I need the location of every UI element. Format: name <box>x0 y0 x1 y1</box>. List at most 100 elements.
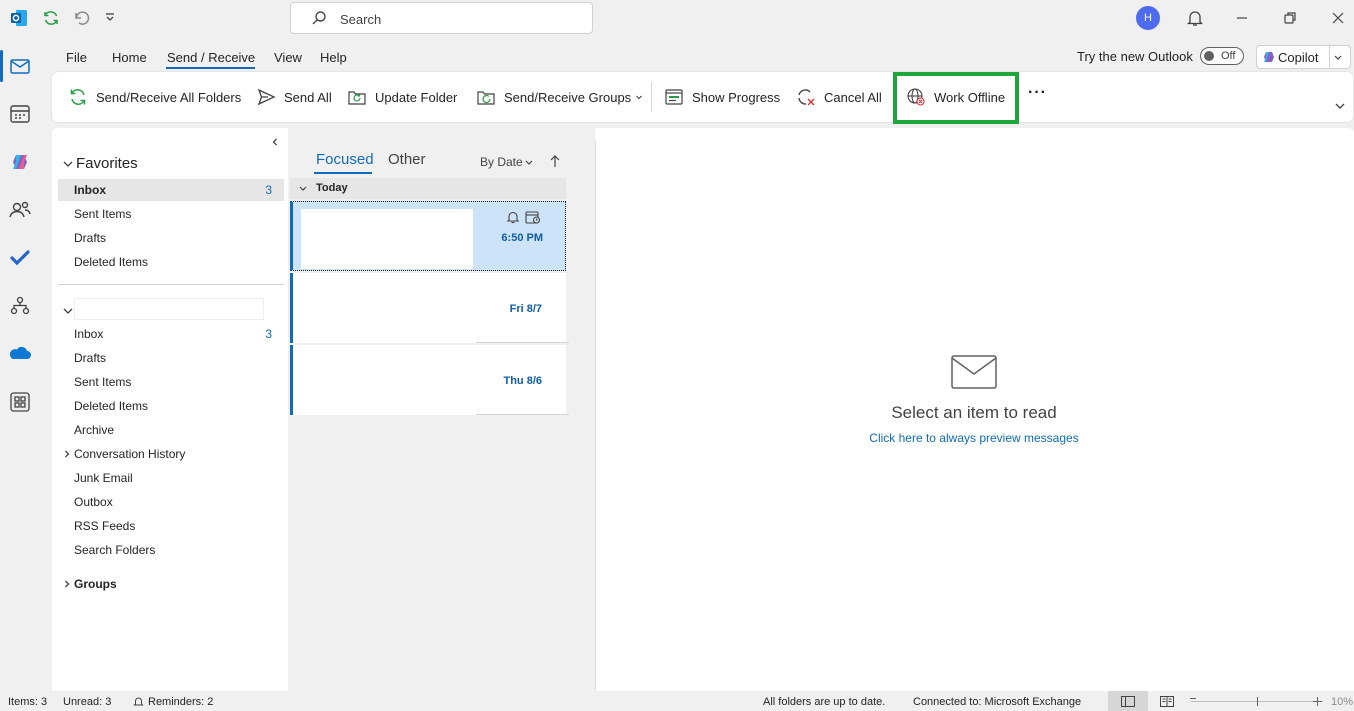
sort-by-dropdown[interactable]: By Date <box>480 155 523 169</box>
app-rail <box>0 40 52 690</box>
mailbox-item-outbox[interactable]: Outbox <box>58 491 284 513</box>
cancel-all-label: Cancel All <box>824 89 882 105</box>
mailbox-item-conversation-history[interactable]: Conversation History <box>58 443 284 465</box>
show-progress-icon <box>664 87 684 107</box>
list-item[interactable]: Thu 8/6 <box>290 345 569 415</box>
tab-other[interactable]: Other <box>388 151 426 168</box>
send-receive-groups-button[interactable]: Send/Receive Groups <box>476 85 643 109</box>
copilot-chevron-down-icon[interactable] <box>1333 52 1343 62</box>
copilot-button[interactable]: Copilot <box>1256 45 1351 69</box>
group-header-today[interactable]: Today <box>290 178 566 199</box>
favorites-chevron-icon[interactable] <box>62 158 74 170</box>
more-options-button[interactable]: ··· <box>1028 84 1047 102</box>
ribbon-expand-chevron-icon[interactable] <box>1334 100 1346 112</box>
send-receive-all-folders-button[interactable]: Send/Receive All Folders <box>68 85 241 109</box>
copilot-label: Copilot <box>1278 50 1319 65</box>
unread-count: 3 <box>265 327 272 341</box>
customize-toolbar-icon[interactable] <box>104 12 116 24</box>
mailbox-chevron-icon[interactable] <box>62 305 74 317</box>
group-chevron-icon <box>298 183 308 193</box>
reminders-status[interactable]: Reminders: 2 <box>148 696 213 708</box>
mailbox-item-drafts[interactable]: Drafts <box>58 347 284 369</box>
list-item[interactable]: Fri 8/7 <box>290 273 569 343</box>
todo-icon[interactable] <box>6 244 34 272</box>
more-apps-icon[interactable] <box>6 388 34 416</box>
reading-view-icon[interactable] <box>1160 696 1174 707</box>
close-icon[interactable] <box>1330 10 1346 26</box>
mailbox-item-junk[interactable]: Junk Email <box>58 467 284 489</box>
mailbox-item-archive[interactable]: Archive <box>58 419 284 441</box>
copilot-split-divider <box>1329 46 1330 68</box>
mailbox-item-search-folders[interactable]: Search Folders <box>58 539 284 561</box>
search-input[interactable]: Search <box>290 2 593 34</box>
folder-label: Drafts <box>74 351 107 365</box>
mailbox-item-sent[interactable]: Sent Items <box>58 371 284 393</box>
mailbox-account-name[interactable] <box>74 298 264 320</box>
folder-label: Inbox <box>74 327 104 341</box>
items-count: Items: 3 <box>8 696 48 708</box>
favorites-item-inbox[interactable]: Inbox 3 <box>58 179 284 201</box>
favorites-header[interactable]: Favorites <box>76 155 138 172</box>
bell-icon[interactable] <box>1186 9 1204 27</box>
outlook-logo-icon <box>10 9 28 27</box>
mailbox-item-inbox[interactable]: Inbox 3 <box>58 323 284 345</box>
status-bar: Items: 3 Unread: 3 Reminders: 2 All fold… <box>0 691 1354 711</box>
try-new-outlook-label: Try the new Outlook <box>1077 49 1193 64</box>
update-folder-button[interactable]: Update Folder <box>347 85 457 109</box>
tab-view[interactable]: View <box>274 50 302 65</box>
send-receive-groups-icon <box>476 87 496 107</box>
people-icon[interactable] <box>6 196 34 224</box>
chevron-down-icon <box>635 93 643 101</box>
org-explorer-icon[interactable] <box>6 292 34 320</box>
group-label: Today <box>316 182 348 194</box>
message-time: Fri 8/7 <box>509 303 542 315</box>
groups-item[interactable]: Groups <box>58 573 284 595</box>
normal-view-button[interactable] <box>1108 691 1148 711</box>
restore-icon[interactable] <box>1282 10 1298 26</box>
expand-chevron-icon[interactable] <box>62 449 72 459</box>
folder-label: RSS Feeds <box>74 519 136 533</box>
list-item[interactable]: 6:50 PM <box>290 201 566 271</box>
folder-label: Inbox <box>74 183 106 197</box>
sync-icon[interactable] <box>42 9 60 27</box>
onedrive-icon[interactable] <box>6 340 34 368</box>
copilot-app-icon[interactable] <box>6 148 34 176</box>
zoom-in-icon[interactable] <box>1313 697 1322 706</box>
favorites-item-sent[interactable]: Sent Items <box>58 203 284 225</box>
message-preview <box>301 209 473 269</box>
minimize-icon[interactable] <box>1234 10 1250 26</box>
tab-file[interactable]: File <box>66 50 87 65</box>
zoom-slider[interactable] <box>1190 697 1323 706</box>
folder-label: Junk Email <box>74 471 133 485</box>
connection-status: Connected to: Microsoft Exchange <box>913 696 1082 708</box>
mailbox-item-rss[interactable]: RSS Feeds <box>58 515 284 537</box>
mailbox-item-deleted[interactable]: Deleted Items <box>58 395 284 417</box>
zoom-out-icon[interactable] <box>1190 698 1196 699</box>
mail-icon[interactable] <box>6 52 34 80</box>
normal-view-icon <box>1121 696 1135 707</box>
message-preview <box>301 351 473 413</box>
cancel-all-button[interactable]: Cancel All <box>796 85 882 109</box>
tab-home[interactable]: Home <box>112 50 147 65</box>
avatar[interactable]: H <box>1136 6 1160 30</box>
groups-chevron-icon[interactable] <box>62 579 72 589</box>
undo-icon[interactable] <box>72 9 90 27</box>
favorites-item-drafts[interactable]: Drafts <box>58 227 284 249</box>
ribbon: Send/Receive All Folders Send All Update… <box>52 72 1353 122</box>
sort-chevron-down-icon[interactable] <box>524 157 534 167</box>
send-all-button[interactable]: Send All <box>256 85 332 109</box>
tab-help[interactable]: Help <box>320 50 347 65</box>
send-receive-groups-label: Send/Receive Groups <box>504 89 632 105</box>
collapse-folder-pane-icon[interactable] <box>270 137 280 147</box>
title-bar: Search H <box>0 0 1354 40</box>
reading-pane-title: Select an item to read <box>891 403 1057 422</box>
tab-send-receive[interactable]: Send / Receive <box>167 50 255 65</box>
favorites-item-deleted[interactable]: Deleted Items <box>58 251 284 273</box>
new-outlook-toggle[interactable]: Off <box>1200 47 1244 65</box>
zoom-thumb[interactable] <box>1257 697 1258 706</box>
sort-direction-arrow-icon[interactable] <box>549 154 561 168</box>
calendar-icon[interactable] <box>6 100 34 128</box>
show-progress-button[interactable]: Show Progress <box>664 85 780 109</box>
tab-focused[interactable]: Focused <box>316 151 374 168</box>
always-preview-link[interactable]: Click here to always preview messages <box>842 431 1106 445</box>
